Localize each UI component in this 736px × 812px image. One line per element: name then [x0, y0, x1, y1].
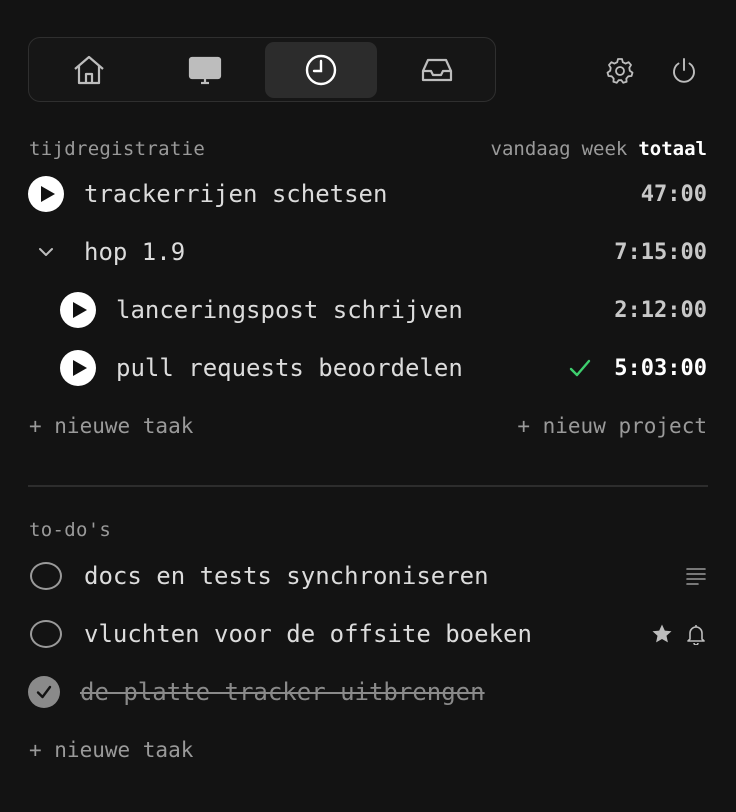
play-icon [40, 186, 55, 202]
collapse-button[interactable] [28, 234, 64, 270]
entry-time: 2:12:00 [614, 297, 707, 323]
range-week[interactable]: week [582, 138, 628, 160]
tab-screen[interactable] [149, 42, 261, 98]
entry-label: pull requests beoordelen [116, 354, 463, 382]
entry-label: lanceringspost schrijven [116, 296, 463, 324]
play-icon [72, 302, 87, 318]
power-icon [673, 58, 695, 83]
bell-icon[interactable] [685, 623, 707, 645]
todo-label: de platte tracker uitbrengen [80, 678, 485, 706]
new-todo-link[interactable]: + nieuwe taak [29, 738, 193, 762]
todo-item: de platte tracker uitbrengen [28, 670, 707, 714]
nav-toolbar [28, 37, 496, 102]
range-today[interactable]: vandaag [491, 138, 571, 160]
range-total[interactable]: totaal [638, 138, 707, 160]
notes-icon[interactable] [685, 565, 707, 587]
power-button[interactable] [669, 52, 699, 88]
play-button[interactable] [28, 176, 64, 212]
time-tracking-heading: tijdregistratie [29, 138, 206, 160]
todo-checkbox[interactable] [30, 620, 62, 648]
check-icon [36, 685, 52, 699]
settings-button[interactable] [605, 52, 635, 88]
todo-checkbox-checked[interactable] [28, 676, 60, 708]
project-row: hop 1.9 7:15:00 [28, 230, 707, 274]
chevron-down-icon [39, 248, 53, 256]
todo-item: docs en tests synchroniseren [28, 554, 707, 598]
project-label: hop 1.9 [84, 238, 186, 266]
tab-time[interactable] [265, 42, 377, 98]
todo-actions [685, 565, 707, 587]
tab-home[interactable] [33, 42, 145, 98]
todo-item: vluchten voor de offsite boeken [28, 612, 707, 656]
gear-icon [606, 58, 634, 84]
play-button[interactable] [60, 292, 96, 328]
new-task-link[interactable]: + nieuwe taak [29, 414, 193, 438]
entry-time: 47:00 [640, 181, 707, 207]
project-time: 7:15:00 [614, 239, 707, 265]
todo-label: vluchten voor de offsite boeken [84, 620, 532, 648]
inbox-icon [421, 58, 453, 82]
time-entry: pull requests beoordelen 5:03:00 [60, 346, 707, 390]
time-entry: lanceringspost schrijven 2:12:00 [60, 288, 707, 332]
play-icon [72, 360, 87, 376]
todo-actions [651, 623, 707, 645]
check-icon [570, 359, 591, 377]
play-button[interactable] [60, 350, 96, 386]
entry-time: 5:03:00 [614, 355, 707, 381]
todos-heading: to-do's [29, 519, 112, 541]
tab-inbox[interactable] [381, 42, 493, 98]
app-window: tijdregistratie vandaag week totaal trac… [0, 0, 736, 812]
new-project-link[interactable]: + nieuw project [517, 414, 707, 438]
star-icon[interactable] [651, 623, 673, 645]
clock-icon [305, 54, 337, 86]
todo-checkbox[interactable] [30, 562, 62, 590]
time-entry: trackerrijen schetsen 47:00 [28, 172, 707, 216]
monitor-icon [188, 56, 222, 85]
home-icon [74, 55, 104, 85]
section-divider [28, 485, 708, 487]
entry-label: trackerrijen schetsen [84, 180, 388, 208]
todo-label: docs en tests synchroniseren [84, 562, 489, 590]
range-selector: vandaag week totaal [491, 138, 707, 160]
